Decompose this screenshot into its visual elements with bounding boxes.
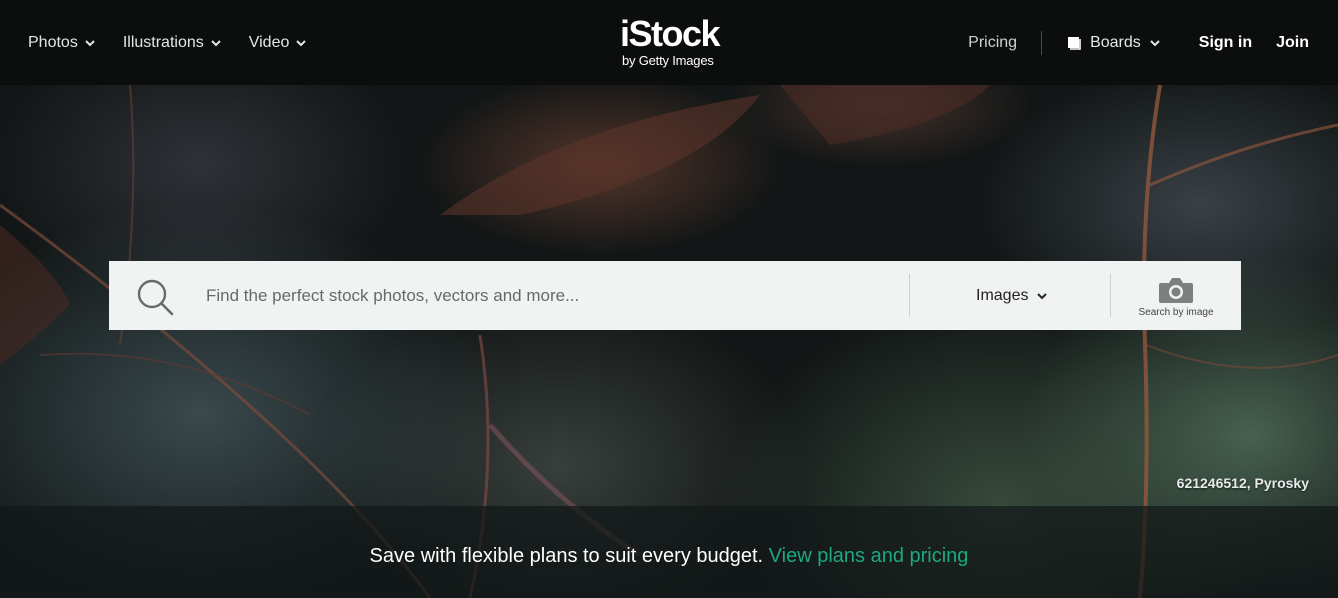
istock-logo[interactable]: iStock by Getty Images bbox=[620, 16, 732, 70]
join-link[interactable]: Join bbox=[1276, 34, 1309, 52]
top-nav: Photos Illustrations Video iStock by Get… bbox=[0, 0, 1338, 85]
promo-banner: Save with flexible plans to suit every b… bbox=[0, 506, 1338, 598]
nav-left: Photos Illustrations Video bbox=[28, 0, 307, 85]
nav-video-label: Video bbox=[248, 33, 290, 51]
promo-content: Save with flexible plans to suit every b… bbox=[0, 506, 1338, 568]
nav-divider bbox=[1041, 30, 1043, 55]
image-credit: 621246512, Pyrosky bbox=[1176, 475, 1309, 491]
nav-right: Pricing Boards Sign in Join bbox=[968, 0, 1309, 85]
nav-illustrations-label: Illustrations bbox=[122, 33, 204, 51]
chevron-down-icon bbox=[296, 39, 307, 46]
search-input[interactable] bbox=[206, 261, 896, 330]
nav-video[interactable]: Video bbox=[249, 34, 308, 52]
nav-photos[interactable]: Photos bbox=[28, 34, 96, 52]
chevron-down-icon bbox=[1037, 292, 1048, 299]
hero-banner: Images Search by image 621246512, Pyrosk… bbox=[0, 85, 1338, 598]
nav-boards-button[interactable]: Boards bbox=[1066, 34, 1161, 52]
search-bar: Images Search by image bbox=[109, 261, 1241, 330]
nav-photos-label: Photos bbox=[28, 33, 78, 51]
chevron-down-icon bbox=[85, 39, 95, 46]
media-type-label: Images bbox=[976, 286, 1029, 304]
media-type-select[interactable]: Images bbox=[976, 261, 1048, 330]
chevron-down-icon bbox=[1150, 39, 1160, 46]
nav-boards-label: Boards bbox=[1090, 33, 1141, 51]
promo-text: Save with flexible plans to suit every b… bbox=[369, 545, 764, 567]
nav-pricing-link[interactable]: Pricing bbox=[968, 34, 1017, 52]
search-by-image-label: Search by image bbox=[1138, 306, 1214, 318]
logo-tagline: by Getty Images bbox=[622, 53, 714, 68]
boards-icon bbox=[1068, 36, 1081, 50]
search-by-image-button[interactable]: Search by image bbox=[1111, 261, 1241, 330]
view-plans-link[interactable]: View plans and pricing bbox=[769, 545, 969, 567]
search-icon[interactable] bbox=[135, 277, 175, 317]
logo-wordmark: iStock bbox=[620, 13, 721, 54]
camera-icon bbox=[1159, 277, 1193, 303]
search-divider bbox=[909, 274, 910, 317]
nav-illustrations[interactable]: Illustrations bbox=[123, 34, 222, 52]
sign-in-link[interactable]: Sign in bbox=[1199, 34, 1252, 52]
chevron-down-icon bbox=[211, 39, 221, 46]
